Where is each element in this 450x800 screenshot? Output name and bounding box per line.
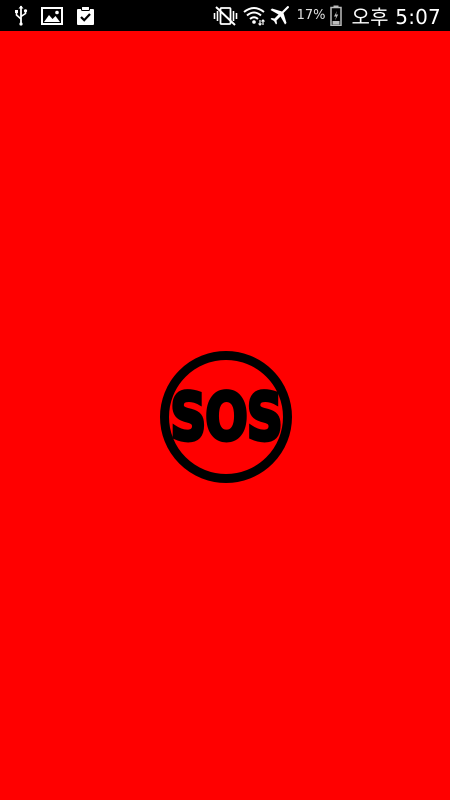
- sos-logo-text: SOS: [170, 379, 282, 455]
- image-icon: [41, 6, 63, 25]
- battery-percentage: 17%: [296, 8, 326, 23]
- clock-time: 오후 5:07: [351, 5, 441, 29]
- airplane-mode-icon: [269, 5, 291, 26]
- sos-logo: SOS: [159, 350, 293, 484]
- wifi-icon: [242, 5, 265, 26]
- system-status-icons: 17% 오후 5:07: [212, 3, 441, 29]
- status-bar: 17% 오후 5:07: [0, 0, 450, 31]
- battery-icon: [329, 5, 342, 26]
- sos-screen: 17% 오후 5:07 SOS: [0, 0, 450, 800]
- clipboard-check-icon: [76, 5, 95, 26]
- vibrate-icon: [212, 5, 239, 26]
- usb-icon: [14, 5, 28, 26]
- notification-icons: [14, 5, 95, 26]
